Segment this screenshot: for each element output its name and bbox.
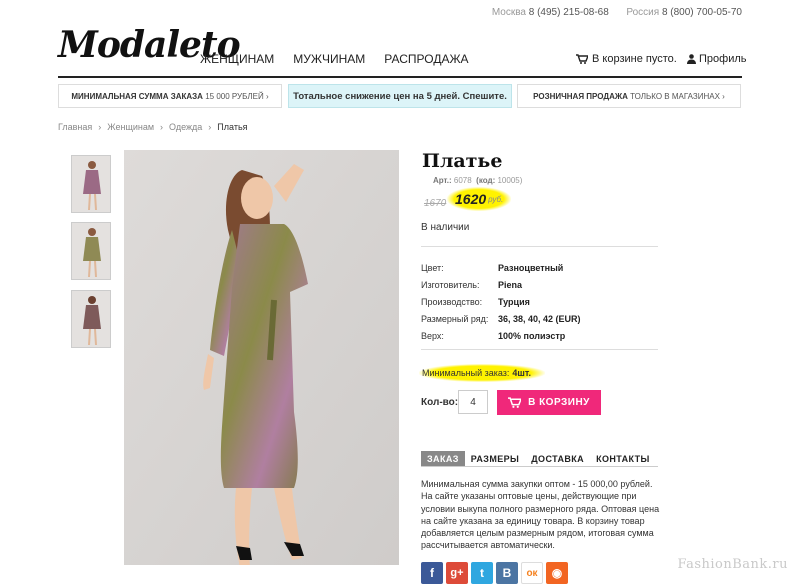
breadcrumb: Главная › Женщинам › Одежда › Платья xyxy=(58,122,248,132)
breadcrumb-clothes[interactable]: Одежда xyxy=(169,122,202,132)
info-tabs: ЗАКАЗ РАЗМЕРЫ ДОСТАВКА КОНТАКТЫ xyxy=(421,451,656,467)
divider xyxy=(421,246,658,247)
stock-status: В наличии xyxy=(421,222,470,233)
nav-sale[interactable]: РАСПРОДАЖА xyxy=(384,52,468,66)
product-title: Платье xyxy=(422,150,503,172)
quantity-input[interactable]: 4 xyxy=(458,390,488,414)
current-price: 1620 руб. xyxy=(447,187,512,211)
breadcrumb-women[interactable]: Женщинам xyxy=(107,122,154,132)
cart-label: В корзине пусто. xyxy=(592,53,677,65)
tab-delivery[interactable]: ДОСТАВКА xyxy=(525,451,590,467)
price-currency: руб. xyxy=(488,194,504,204)
spec-value: Piena xyxy=(498,279,523,290)
spec-row: Верх: 100% полиэстр xyxy=(421,327,581,344)
tab-contacts[interactable]: КОНТАКТЫ xyxy=(590,451,656,467)
product-article: Арт.: 6078 (код: 10005) xyxy=(433,176,522,185)
spec-value: 100% полиэстр xyxy=(498,330,566,341)
breadcrumb-home[interactable]: Главная xyxy=(58,122,92,132)
spec-key: Производство: xyxy=(421,296,483,307)
code-value: 10005) xyxy=(497,176,523,185)
contact-city-moscow: Москва xyxy=(491,7,526,18)
banner-min-order[interactable]: МИНИМАЛЬНАЯ СУММА ЗАКАЗА 15 000 рублей › xyxy=(58,84,282,108)
product-specs: Цвет: Разноцветный Изготовитель: Piena Про… xyxy=(421,259,581,344)
banner-sale-text: Тотальное снижение цен на 5 дней. Спешит… xyxy=(293,90,507,102)
min-order-note: Минимальный заказ: 4шт. xyxy=(419,364,546,382)
spec-value: Разноцветный xyxy=(498,262,564,273)
odnoklassniki-icon[interactable]: ок xyxy=(521,562,543,584)
add-to-cart-button[interactable]: В КОРЗИНУ xyxy=(497,390,601,415)
contact-phone-russia[interactable]: 8 (800) 700-05-70 xyxy=(662,7,742,18)
spec-value: Турция xyxy=(498,296,530,307)
spec-key: Изготовитель: xyxy=(421,279,480,290)
nav-women[interactable]: ЖЕНЩИНАМ xyxy=(200,52,274,66)
cart-icon xyxy=(576,54,588,64)
spec-value: 36, 38, 40, 42 (EUR) xyxy=(498,313,581,324)
contact-phone-moscow[interactable]: 8 (495) 215-08-68 xyxy=(529,7,609,18)
article-value: 6078 xyxy=(453,176,472,185)
product-main-image[interactable] xyxy=(124,150,399,565)
spec-key: Размерный ряд: xyxy=(421,313,489,324)
min-order-label: Минимальный заказ: xyxy=(422,368,510,378)
banner-retail[interactable]: РОЗНИЧНАЯ ПРОДАЖА ТОЛЬКО В МАГАЗИНАХ › xyxy=(517,84,741,108)
old-price: 1670 xyxy=(424,198,447,209)
product-thumbnail-2[interactable] xyxy=(71,222,111,280)
main-nav: ЖЕНЩИНАМ МУЖЧИНАМ РАСПРОДАЖА xyxy=(200,52,469,66)
cart-link[interactable]: В корзине пусто. xyxy=(576,53,677,65)
banner-retail-title: РОЗНИЧНАЯ ПРОДАЖА xyxy=(533,91,628,101)
vkontakte-icon[interactable]: B xyxy=(496,562,518,584)
spec-row: Цвет: Разноцветный xyxy=(421,259,581,276)
social-share: f g+ t B ок ◉ xyxy=(421,562,568,584)
banner-sale[interactable]: Тотальное снижение цен на 5 дней. Спешит… xyxy=(288,84,512,108)
user-icon xyxy=(687,54,696,64)
nav-men[interactable]: МУЖЧИНАМ xyxy=(293,52,365,66)
header-divider xyxy=(58,76,742,78)
spec-row: Размерный ряд: 36, 38, 40, 42 (EUR) xyxy=(421,310,581,327)
banner-retail-text: ТОЛЬКО В МАГАЗИНАХ › xyxy=(630,91,725,101)
tab-content: Минимальная сумма закупки оптом - 15 000… xyxy=(421,479,660,551)
article-label: Арт.: xyxy=(433,176,452,185)
product-thumbnail-3[interactable] xyxy=(71,290,111,348)
profile-link[interactable]: Профиль xyxy=(687,53,747,65)
google-plus-icon[interactable]: g+ xyxy=(446,562,468,584)
breadcrumb-current: Платья xyxy=(217,122,248,132)
header-contacts: Москва 8 (495) 215-08-68 Россия 8 (800) … xyxy=(492,7,742,18)
code-label: (код: xyxy=(476,176,496,185)
divider xyxy=(421,349,658,350)
tab-sizes[interactable]: РАЗМЕРЫ xyxy=(465,451,525,467)
cart-icon xyxy=(508,397,522,408)
watermark: FashionBank.ru xyxy=(677,557,788,572)
banner-min-order-text: 15 000 рублей › xyxy=(205,91,269,101)
spec-row: Изготовитель: Piena xyxy=(421,276,581,293)
spec-key: Верх: xyxy=(421,330,444,341)
spec-row: Производство: Турция xyxy=(421,293,581,310)
spec-key: Цвет: xyxy=(421,262,444,273)
min-order-value: 4шт. xyxy=(512,368,532,378)
profile-label: Профиль xyxy=(699,53,747,65)
tab-divider xyxy=(421,466,658,467)
tab-order[interactable]: ЗАКАЗ xyxy=(421,451,465,467)
quantity-label: Кол-во: xyxy=(421,397,459,408)
price-value: 1620 xyxy=(455,191,487,207)
contact-city-russia: Россия xyxy=(626,7,660,18)
banner-min-order-title: МИНИМАЛЬНАЯ СУММА ЗАКАЗА xyxy=(71,91,203,101)
rss-icon[interactable]: ◉ xyxy=(546,562,568,584)
facebook-icon[interactable]: f xyxy=(421,562,443,584)
add-to-cart-label: В КОРЗИНУ xyxy=(528,397,590,408)
twitter-icon[interactable]: t xyxy=(471,562,493,584)
product-thumbnail-1[interactable] xyxy=(71,155,111,213)
